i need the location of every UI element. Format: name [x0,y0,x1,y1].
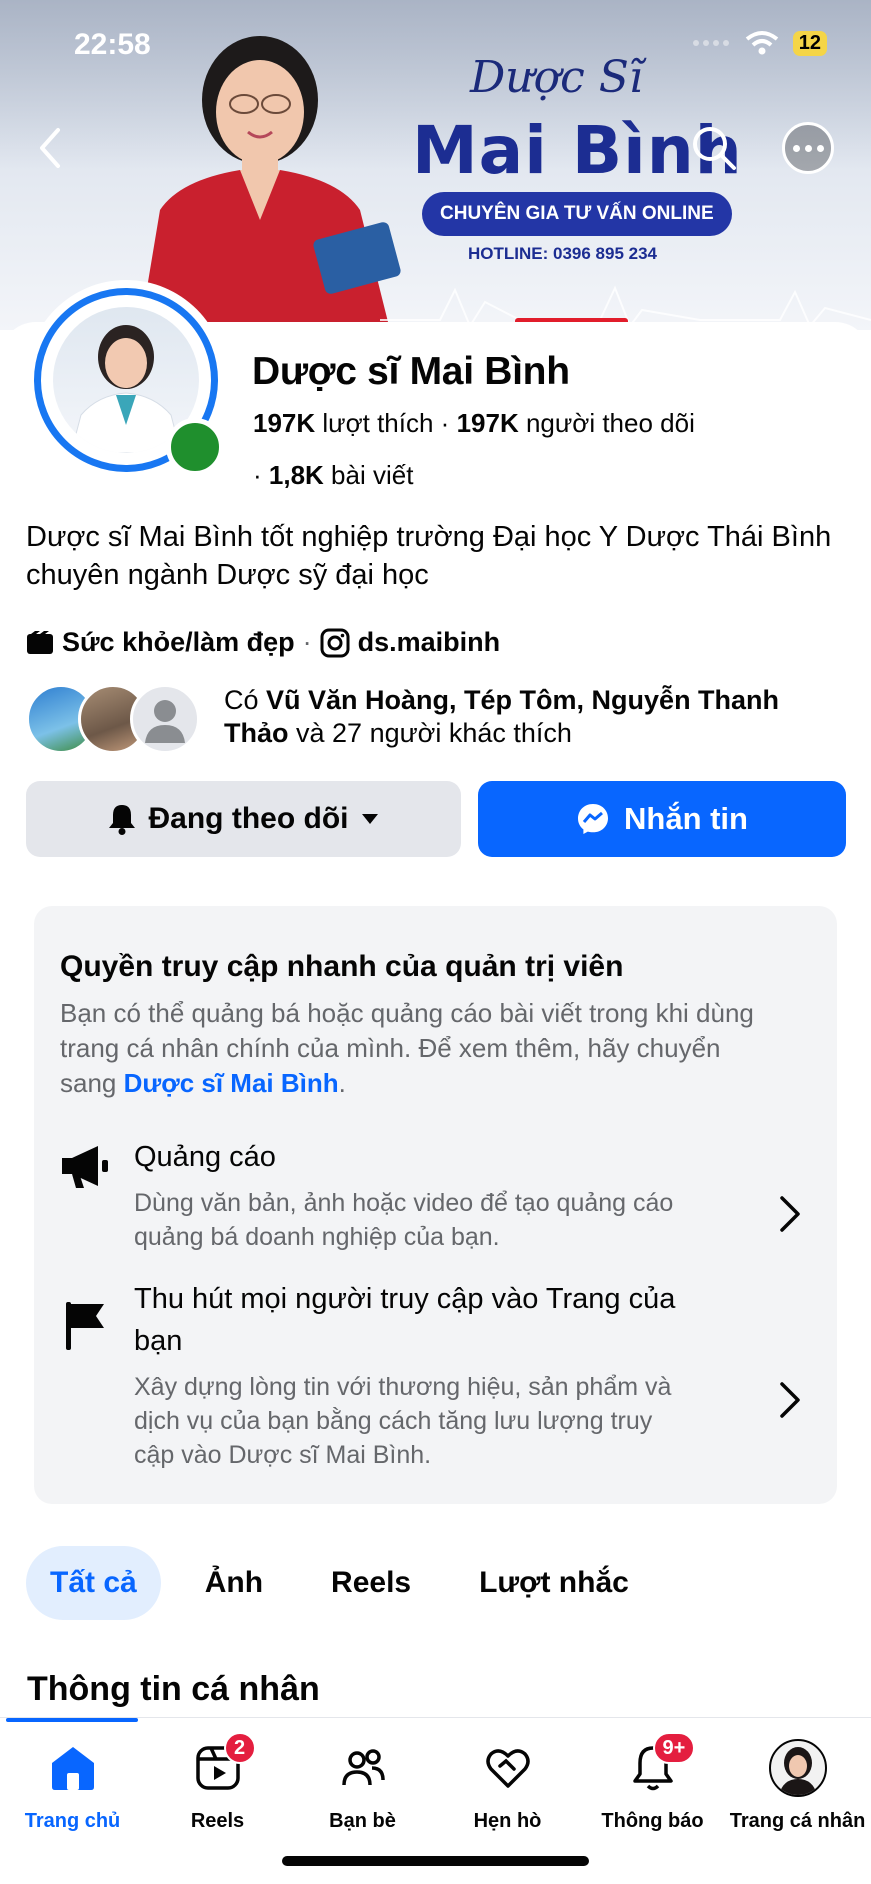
category-icon [27,630,53,654]
friends-icon [341,1749,385,1786]
stats-separator: · [253,460,269,490]
cover-hotline-text: HOTLINE: 0396 895 234 [468,244,657,263]
mutual-likes-row[interactable]: Có Vũ Văn Hoàng, Tép Tôm, Nguyễn Thanh T… [26,684,856,754]
likes-label: lượt thích [322,408,434,438]
posts-count: 1,8K [268,460,324,490]
message-button[interactable]: Nhắn tin [478,781,846,857]
page-title: Dược sĩ Mai Bình [252,350,570,393]
back-arrow-icon[interactable] [30,118,70,178]
profile-tabs: Tất cả Ảnh Reels Lượt nhắc [26,1546,673,1620]
nav-friends[interactable]: Bạn bè [290,1738,435,1858]
nav-profile[interactable]: Trang cá nhân [725,1738,870,1858]
posts-stats-row: · 1,8K bài viết [253,460,413,491]
mutual-likes-text: Có Vũ Văn Hoàng, Tép Tôm, Nguyễn Thanh T… [224,684,844,750]
dating-icon [485,1749,530,1788]
home-indicator [282,1856,589,1866]
nav-label: Bạn bè [329,1810,396,1832]
battery-indicator: 12 [792,30,827,56]
message-label: Nhắn tin [624,801,748,836]
tab-photos[interactable]: Ảnh [181,1546,287,1620]
tab-mentions[interactable]: Lượt nhắc [455,1546,653,1620]
search-icon[interactable] [690,124,738,172]
nav-reels[interactable]: 2 Reels [145,1732,290,1858]
active-tab-indicator [6,1718,138,1722]
nav-notifications[interactable]: 9+ Thông báo [580,1732,725,1858]
friend-avatar-placeholder [130,684,200,754]
switch-profile-link[interactable]: Dược sĩ Mai Bình [124,1068,339,1098]
tab-all[interactable]: Tất cả [26,1546,161,1620]
likes-count: 197K [253,408,316,438]
chevron-right-icon [780,1382,800,1418]
admin-title: Quyền truy cập nhanh của quản trị viên [60,950,624,983]
signal-icon [692,40,729,46]
admin-item-title: Quảng cáo [134,1141,276,1173]
page-meta-row: Sức khỏe/làm đẹp · ds.maibinh [26,627,500,658]
friends-suffix: và 27 người khác thích [296,718,572,748]
nav-label: Trang cá nhân [729,1810,866,1832]
home-icon [51,1747,94,1790]
nav-label: Reels [190,1810,245,1832]
nav-label: Thông báo [601,1810,704,1832]
meta-separator: · [302,627,312,657]
chevron-right-icon [780,1196,800,1232]
friends-prefix: Có [224,685,259,715]
notifications-badge: 9+ [652,1732,696,1764]
status-indicators: 12 [691,30,827,56]
reels-badge: 2 [223,1732,256,1764]
admin-item-ads[interactable]: Quảng cáo Dùng văn bản, ảnh hoặc video đ… [34,1132,837,1262]
nav-dating[interactable]: Hẹn hò [435,1738,580,1858]
admin-item-title: Thu hút mọi người truy cập vào Trang của… [134,1283,676,1357]
cover-person-illustration [140,36,401,330]
section-title: Thông tin cá nhân [27,1670,320,1708]
admin-item-desc: Xây dựng lòng tin với thương hiệu, sản p… [134,1373,672,1469]
cover-script-text: Dược Sĩ [470,52,643,103]
admin-quick-access-card: Quyền truy cập nhanh của quản trị viên B… [34,906,837,1504]
stats-separator: · [440,408,457,438]
category-label[interactable]: Sức khỏe/làm đẹp [62,627,295,658]
flag-icon [66,1302,104,1350]
following-button[interactable]: Đang theo dõi [26,781,461,857]
nav-label: Trang chủ [24,1810,121,1832]
admin-item-traffic[interactable]: Thu hút mọi người truy cập vào Trang của… [34,1278,837,1469]
page-stats-row: 197K lượt thích · 197K người theo dõi [253,408,695,439]
messenger-icon [578,804,608,834]
nav-label: Hẹn hò [473,1810,542,1832]
followers-count: 197K [456,408,519,438]
instagram-handle[interactable]: ds.maibinh [358,627,501,658]
admin-description: Bạn có thể quảng bá hoặc quảng cáo bài v… [60,996,780,1101]
bell-icon [108,805,135,835]
admin-item-desc: Dùng văn bản, ảnh hoặc video để tạo quản… [134,1189,674,1251]
profile-avatar-icon [768,1739,827,1797]
mutual-friends-avatars [26,684,216,754]
wifi-icon [745,31,778,55]
online-status-dot [166,418,224,476]
default-user-icon [145,700,185,743]
nav-home[interactable]: Trang chủ [0,1738,145,1858]
following-label: Đang theo dõi [148,802,349,835]
page-bio: Dược sĩ Mai Bình tốt nghiệp trường Đại h… [26,521,832,591]
cover-pill-text: CHUYÊN GIA TƯ VẤN ONLINE [422,192,732,236]
tab-reels[interactable]: Reels [307,1546,435,1620]
posts-label: bài viết [331,460,414,490]
caret-down-icon [362,814,379,824]
followers-label: người theo dõi [525,408,695,438]
instagram-icon [320,628,350,657]
megaphone-icon [62,1146,108,1188]
status-time: 22:58 [74,28,151,61]
more-options-icon[interactable] [782,122,834,174]
admin-desc-suffix: . [338,1068,346,1098]
